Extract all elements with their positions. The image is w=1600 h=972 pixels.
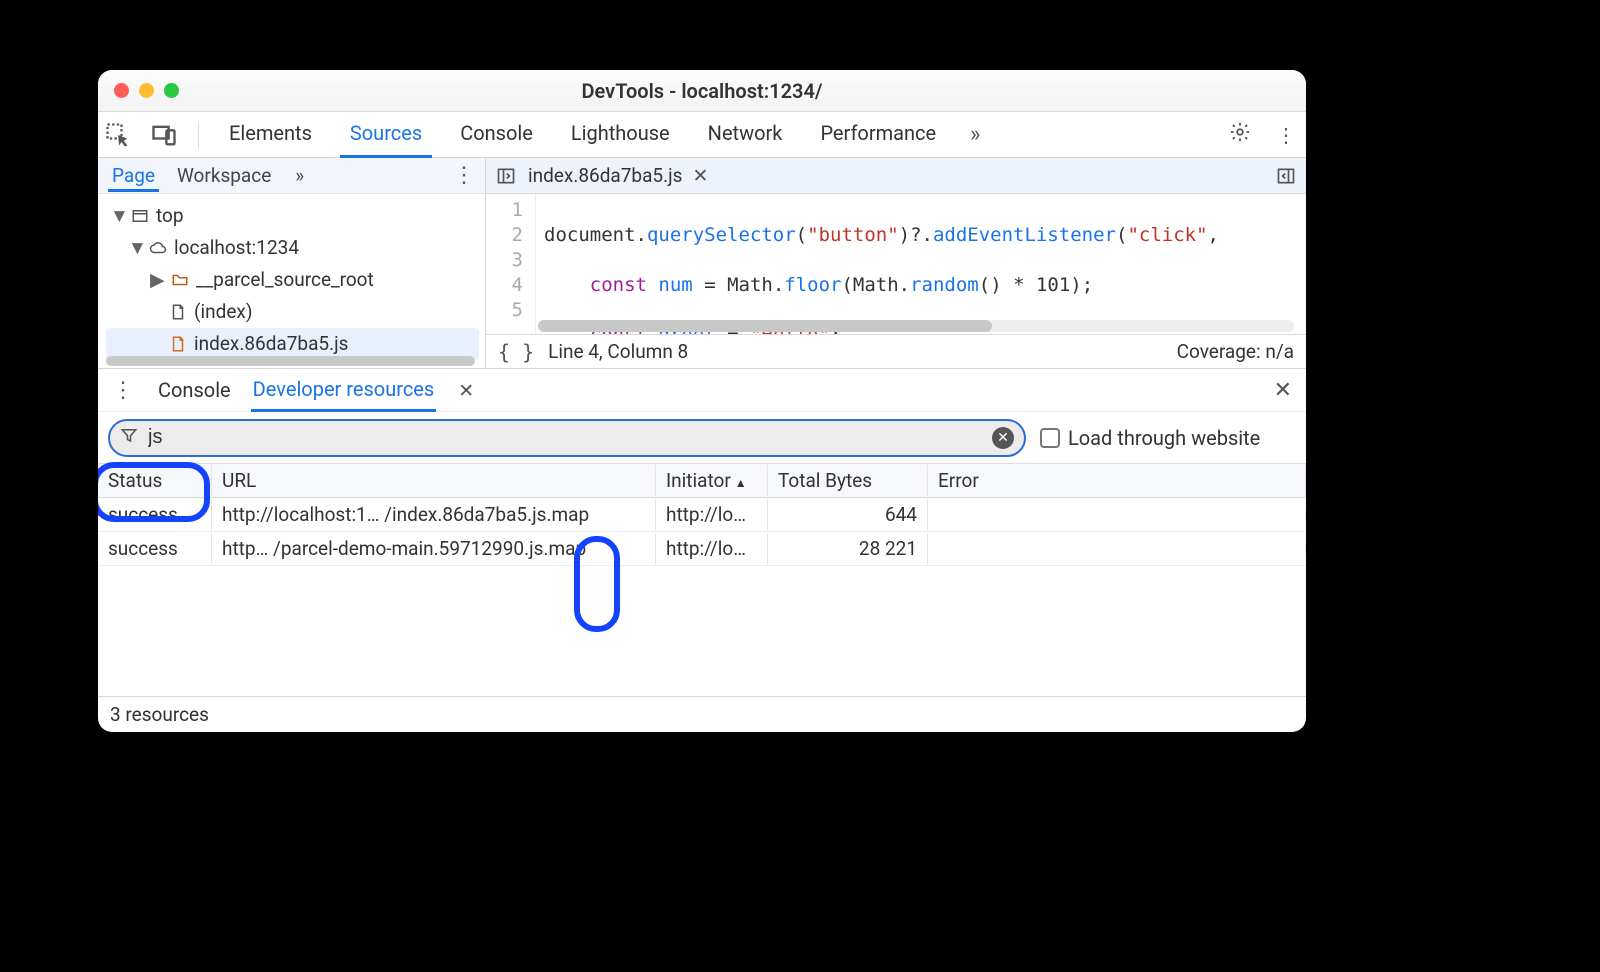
editor-tabbar: index.86da7ba5.js ✕	[486, 158, 1306, 194]
line-number: 2	[490, 223, 523, 248]
filter-input[interactable]	[148, 426, 982, 449]
resources-table: Status URL Initiator Total Bytes Error s…	[98, 464, 1306, 732]
resource-count: 3 resources	[110, 703, 209, 726]
line-number: 4	[490, 273, 523, 298]
col-bytes[interactable]: Total Bytes	[768, 465, 928, 496]
drawer-tab-console[interactable]: Console	[156, 370, 233, 410]
clear-filter-icon[interactable]: ✕	[992, 427, 1014, 449]
tab-lighthouse[interactable]: Lighthouse	[561, 111, 680, 158]
main-tabbar: Elements Sources Console Lighthouse Netw…	[98, 112, 1306, 158]
traffic-lights	[114, 83, 179, 98]
drawer-tab-dev-resources[interactable]: Developer resources	[251, 369, 437, 412]
cell-status: success	[98, 499, 212, 530]
checkbox-box	[1040, 428, 1060, 448]
checkbox-label: Load through website	[1068, 426, 1260, 450]
table-row[interactable]: success http://localhost:1… /index.86da7…	[98, 498, 1306, 532]
col-url[interactable]: URL	[212, 465, 656, 496]
zoom-window-button[interactable]	[164, 83, 179, 98]
close-tab-icon[interactable]: ✕	[692, 164, 708, 187]
cell-error	[928, 511, 1306, 519]
cell-error	[928, 545, 1306, 553]
device-toolbar-icon[interactable]	[150, 121, 178, 149]
cloud-icon	[148, 238, 168, 258]
settings-gear-icon[interactable]	[1226, 121, 1254, 148]
minimize-window-button[interactable]	[139, 83, 154, 98]
cell-status: success	[98, 533, 212, 564]
tree-scrollbar[interactable]	[106, 356, 475, 366]
tree-host-label: localhost:1234	[174, 234, 299, 262]
filter-row: ✕ Load through website	[98, 412, 1306, 464]
line-gutter: 1 2 3 4 5	[486, 194, 536, 334]
tree-file-label: index.86da7ba5.js	[194, 330, 348, 358]
load-through-website-checkbox[interactable]: Load through website	[1040, 426, 1260, 450]
line-number: 1	[490, 198, 523, 223]
tree-host[interactable]: ▼ localhost:1234	[106, 232, 479, 264]
tab-sources[interactable]: Sources	[340, 111, 432, 158]
tree-index[interactable]: (index)	[106, 296, 479, 328]
toggle-navigator-icon[interactable]	[494, 164, 518, 188]
tab-console[interactable]: Console	[450, 111, 543, 158]
cell-initiator: http://lo…	[656, 499, 768, 530]
close-drawer-tab-icon[interactable]: ✕	[458, 379, 474, 402]
tree-top-label: top	[156, 202, 184, 230]
window-titlebar: DevTools - localhost:1234/	[98, 70, 1306, 112]
nav-more-icon[interactable]: ⋮	[453, 163, 475, 188]
col-initiator[interactable]: Initiator	[656, 465, 768, 496]
coverage-label: Coverage: n/a	[1177, 340, 1294, 363]
editor-pane: index.86da7ba5.js ✕ 1 2 3 4 5 document.q…	[486, 158, 1306, 368]
cell-initiator: http://lo…	[656, 533, 768, 564]
drawer-menu-icon[interactable]: ⋮	[108, 378, 138, 403]
navigator-pane: Page Workspace » ⋮ ▼ top ▼ localhost:123…	[98, 158, 486, 368]
window-title: DevTools - localhost:1234/	[98, 79, 1306, 103]
nav-tabs-overflow-icon[interactable]: »	[291, 160, 308, 191]
table-row[interactable]: success http… /parcel-demo-main.59712990…	[98, 532, 1306, 566]
cell-bytes: 644	[768, 499, 928, 530]
tree-index-label: (index)	[194, 298, 252, 326]
tree-folder[interactable]: ▶ __parcel_source_root	[106, 264, 479, 296]
nav-tab-workspace[interactable]: Workspace	[173, 160, 275, 191]
document-icon	[168, 302, 188, 322]
tab-performance[interactable]: Performance	[810, 111, 946, 158]
table-header: Status URL Initiator Total Bytes Error	[98, 464, 1306, 498]
cell-url: http://localhost:1… /index.86da7ba5.js.m…	[212, 499, 656, 530]
js-file-icon	[168, 334, 188, 354]
sources-split: Page Workspace » ⋮ ▼ top ▼ localhost:123…	[98, 158, 1306, 368]
editor-scrollbar[interactable]	[538, 320, 1294, 332]
nav-tab-page[interactable]: Page	[108, 160, 159, 192]
line-number: 5	[490, 298, 523, 323]
inspect-element-icon[interactable]	[104, 121, 132, 149]
table-footer: 3 resources	[98, 696, 1306, 732]
tree-folder-label: __parcel_source_root	[196, 266, 374, 294]
col-error[interactable]: Error	[928, 465, 1306, 496]
close-drawer-icon[interactable]: ✕	[1274, 378, 1296, 403]
filter-icon	[120, 426, 138, 449]
navigator-tabs: Page Workspace » ⋮	[98, 158, 485, 194]
drawer-tabbar: ⋮ Console Developer resources ✕ ✕	[98, 368, 1306, 412]
editor-file-name: index.86da7ba5.js	[528, 164, 682, 187]
code-editor[interactable]: 1 2 3 4 5 document.querySelector("button…	[486, 194, 1306, 334]
tab-elements[interactable]: Elements	[219, 111, 322, 158]
editor-file-tab[interactable]: index.86da7ba5.js ✕	[528, 164, 708, 187]
cell-url: http… /parcel-demo-main.59712990.js.map	[212, 533, 656, 564]
toggle-debugger-icon[interactable]	[1274, 164, 1298, 188]
separator	[198, 121, 199, 149]
code-body: document.querySelector("button")?.addEve…	[536, 194, 1227, 334]
pretty-print-icon[interactable]: { }	[498, 340, 534, 364]
line-number: 3	[490, 248, 523, 273]
cursor-position: Line 4, Column 8	[548, 340, 688, 363]
tab-network[interactable]: Network	[698, 111, 793, 158]
file-tree[interactable]: ▼ top ▼ localhost:1234 ▶ __parcel_source…	[98, 194, 485, 368]
more-menu-icon[interactable]: ⋮	[1272, 123, 1300, 147]
close-window-button[interactable]	[114, 83, 129, 98]
tree-top[interactable]: ▼ top	[106, 200, 479, 232]
window-icon	[130, 206, 150, 226]
editor-statusbar: { } Line 4, Column 8 Coverage: n/a	[486, 334, 1306, 368]
tabs-overflow-icon[interactable]: »	[964, 122, 986, 147]
folder-icon	[170, 270, 190, 290]
col-status[interactable]: Status	[98, 465, 212, 496]
devtools-window: DevTools - localhost:1234/ Elements Sour…	[98, 70, 1306, 732]
filter-input-wrap[interactable]: ✕	[108, 419, 1026, 457]
cell-bytes: 28 221	[768, 533, 928, 564]
